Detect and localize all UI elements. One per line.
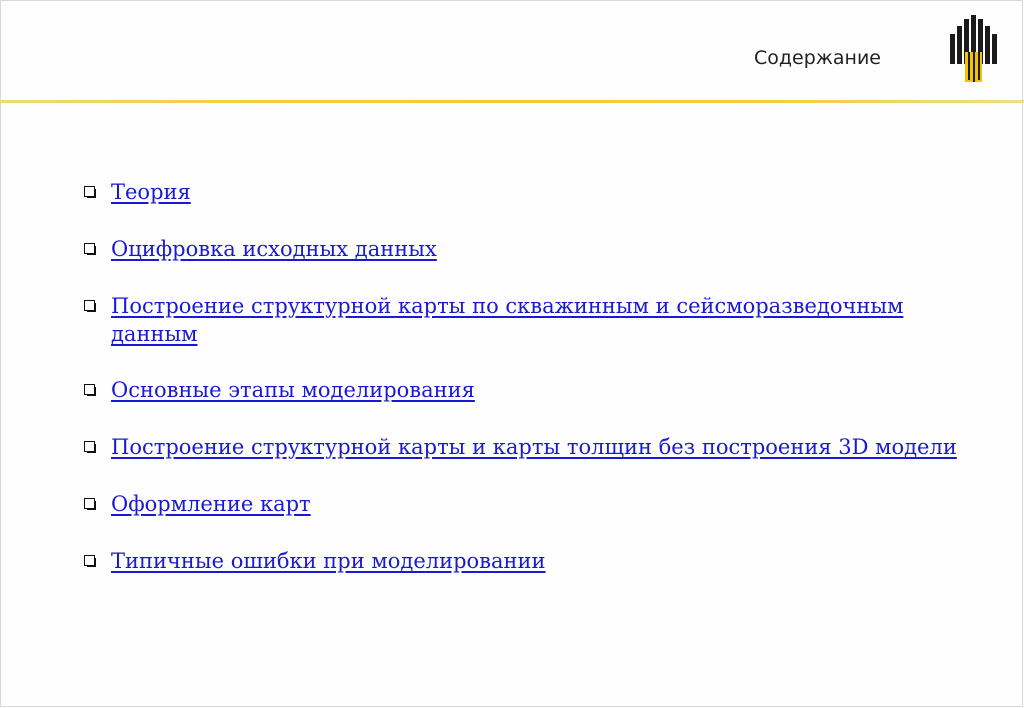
toc-item-modeling-stages: Основные этапы моделирования [82, 376, 982, 404]
toc-link-thickness-maps[interactable]: Построение структурной карты и карты тол… [111, 435, 957, 459]
toc-link-map-design[interactable]: Оформление карт [111, 492, 311, 516]
checkbox-bullet-icon [84, 243, 96, 255]
toc-link-digitization[interactable]: Оцифровка исходных данных [111, 237, 437, 261]
toc-item-typical-errors: Типичные ошибки при моделировании [82, 547, 982, 575]
toc-item-theory: Теория [82, 178, 982, 206]
toc-item-map-design: Оформление карт [82, 490, 982, 518]
checkbox-bullet-icon [84, 498, 96, 510]
slide: Содержание Теория Оцифровка исходных дан… [0, 0, 1024, 708]
checkbox-bullet-icon [84, 384, 96, 396]
page-title: Содержание [754, 47, 881, 69]
company-logo-icon [950, 15, 997, 82]
table-of-contents: Теория Оцифровка исходных данных Построе… [82, 178, 982, 604]
toc-item-digitization: Оцифровка исходных данных [82, 235, 982, 263]
checkbox-bullet-icon [84, 186, 96, 198]
toc-link-typical-errors[interactable]: Типичные ошибки при моделировании [111, 549, 546, 573]
header-divider [0, 100, 1024, 103]
checkbox-bullet-icon [84, 555, 96, 567]
toc-link-structural-map[interactable]: Построение структурной карты по скважинн… [111, 294, 903, 346]
toc-item-structural-map: Построение структурной карты по скважинн… [82, 292, 982, 348]
checkbox-bullet-icon [84, 441, 96, 453]
toc-link-theory[interactable]: Теория [111, 180, 191, 204]
checkbox-bullet-icon [84, 300, 96, 312]
toc-link-modeling-stages[interactable]: Основные этапы моделирования [111, 378, 475, 402]
toc-item-thickness-maps: Построение структурной карты и карты тол… [82, 433, 982, 461]
